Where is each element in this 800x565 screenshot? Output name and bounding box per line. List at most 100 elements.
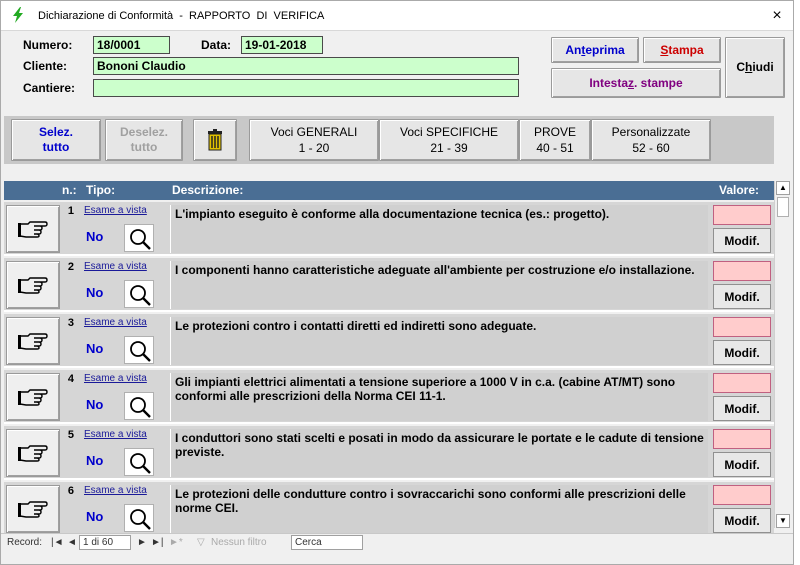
previous-record-icon[interactable]: ◄ (67, 537, 77, 548)
scroll-thumb[interactable] (777, 197, 789, 217)
chiudi-label-a: C (736, 60, 745, 74)
select-all-button[interactable]: Selez. tutto (11, 119, 101, 161)
row-type-link[interactable]: Esame a vista (84, 261, 147, 272)
vertical-scrollbar[interactable]: ▲ ▼ (774, 181, 790, 528)
search-field[interactable]: Cerca (291, 535, 363, 550)
deselect-all-button[interactable]: Deselez. tutto (105, 119, 183, 161)
tab-personalizzate-range: 52 - 60 (632, 141, 670, 155)
row-number: 6 (67, 485, 74, 497)
pointing-hand-icon (18, 389, 48, 406)
tab-personalizzate-title: Personalizzate (611, 125, 691, 139)
magnifier-icon (130, 397, 151, 418)
stampa-label-c: tampa (668, 43, 704, 57)
intestaz-label-c: . stampe (634, 76, 683, 90)
tab-voci-specifiche[interactable]: Voci SPECIFICHE 21 - 39 (379, 119, 519, 161)
row-value-field[interactable] (713, 317, 771, 337)
filter-icon[interactable]: ▽ (197, 537, 205, 548)
row-value-field[interactable] (713, 485, 771, 505)
numero-field[interactable]: 18/0001 (93, 36, 170, 54)
table-row: 1 Esame a vista No L'impianto eseguito è co… (4, 202, 774, 256)
header-valore: Valore: (719, 183, 760, 197)
table-row: 6 Esame a vista No Le protezioni delle cond… (4, 482, 774, 536)
row-result: No (86, 397, 104, 412)
modify-button[interactable]: Modif. (713, 228, 771, 253)
select-row-button[interactable] (6, 485, 60, 533)
row-type-link[interactable]: Esame a vista (84, 485, 147, 496)
main-window: Dichiarazione di Conformità - RAPPORTO D… (0, 0, 794, 565)
row-value-field[interactable] (713, 373, 771, 393)
data-label: Data: (201, 38, 232, 52)
intestaz-stampe-button[interactable]: Intestaz. stampe (551, 68, 721, 98)
cliente-field[interactable]: Bononi Claudio (93, 57, 519, 75)
window-title: Dichiarazione di Conformità - RAPPORTO D… (38, 10, 325, 22)
anteprima-button[interactable]: Anteprima (551, 37, 639, 63)
row-type-link[interactable]: Esame a vista (84, 317, 147, 328)
modify-button[interactable]: Modif. (713, 284, 771, 309)
row-result: No (86, 229, 104, 244)
scroll-up-icon[interactable]: ▲ (776, 181, 790, 195)
magnifier-icon (130, 341, 151, 362)
row-result: No (86, 453, 104, 468)
tab-prove-title: PROVE (533, 125, 576, 139)
modify-button[interactable]: Modif. (713, 452, 771, 477)
numero-label: Numero: (23, 38, 73, 52)
tab-voci-generali-title: Voci GENERALI (270, 125, 358, 139)
scroll-down-icon[interactable]: ▼ (776, 514, 790, 528)
magnifier-icon (130, 229, 151, 250)
row-description: Gli impianti elettrici alimentati a tens… (170, 373, 708, 421)
row-value-field[interactable] (713, 261, 771, 281)
row-detail-button[interactable] (124, 336, 154, 364)
tab-voci-generali[interactable]: Voci GENERALI 1 - 20 (249, 119, 379, 161)
last-record-icon[interactable]: ►| (151, 537, 164, 548)
row-detail-button[interactable] (124, 448, 154, 476)
table-row: 2 Esame a vista No I componenti hanno carat… (4, 258, 774, 312)
modify-button[interactable]: Modif. (713, 508, 771, 533)
row-description: I conduttori sono stati scelti e posati … (170, 429, 708, 477)
row-value-field[interactable] (713, 205, 771, 225)
data-field[interactable]: 19-01-2018 (241, 36, 323, 54)
table-row: 5 Esame a vista No I conduttori sono stati … (4, 426, 774, 480)
tab-voci-specifiche-title: Voci SPECIFICHE (399, 125, 499, 139)
modify-button[interactable]: Modif. (713, 340, 771, 365)
select-row-button[interactable] (6, 317, 60, 365)
modify-button[interactable]: Modif. (713, 396, 771, 421)
cantiere-field[interactable] (93, 79, 519, 97)
pointing-hand-icon (18, 277, 48, 294)
select-row-button[interactable] (6, 373, 60, 421)
table-row: 3 Esame a vista No Le protezioni contro i c… (4, 314, 774, 368)
row-number: 4 (67, 373, 74, 385)
stampa-button[interactable]: Stampa (643, 37, 721, 63)
close-icon[interactable]: × (767, 7, 787, 25)
new-record-icon[interactable]: ►* (169, 537, 183, 548)
chiudi-button[interactable]: Chiudi (725, 37, 785, 98)
anteprima-label-c: eprima (585, 43, 625, 57)
select-row-button[interactable] (6, 261, 60, 309)
intestaz-label-a: Intesta (589, 76, 628, 90)
filter-status[interactable]: Nessun filtro (211, 537, 267, 548)
row-detail-button[interactable] (124, 280, 154, 308)
row-detail-button[interactable] (124, 392, 154, 420)
tab-personalizzate[interactable]: Personalizzate 52 - 60 (591, 119, 711, 161)
row-detail-button[interactable] (124, 504, 154, 532)
chiudi-label-c: iudi (752, 60, 774, 74)
table-row: 4 Esame a vista No Gli impianti elettrici a… (4, 370, 774, 424)
row-type-link[interactable]: Esame a vista (84, 373, 147, 384)
delete-button[interactable] (193, 119, 237, 161)
deselect-all-line1: Deselez. (119, 125, 169, 139)
trash-icon (208, 129, 222, 151)
pointing-hand-icon (18, 333, 48, 350)
row-value-field[interactable] (713, 429, 771, 449)
first-record-icon[interactable]: |◄ (51, 537, 64, 548)
select-row-button[interactable] (6, 205, 60, 253)
select-all-line1: Selez. (38, 125, 74, 139)
anteprima-label-a: An (565, 43, 582, 57)
select-row-button[interactable] (6, 429, 60, 477)
select-all-line2: tutto (42, 140, 70, 154)
record-position-field[interactable]: 1 di 60 (79, 535, 131, 550)
tab-prove-range: 40 - 51 (536, 141, 574, 155)
row-type-link[interactable]: Esame a vista (84, 205, 147, 216)
tab-prove[interactable]: PROVE 40 - 51 (519, 119, 591, 161)
row-detail-button[interactable] (124, 224, 154, 252)
row-type-link[interactable]: Esame a vista (84, 429, 147, 440)
next-record-icon[interactable]: ► (137, 537, 147, 548)
